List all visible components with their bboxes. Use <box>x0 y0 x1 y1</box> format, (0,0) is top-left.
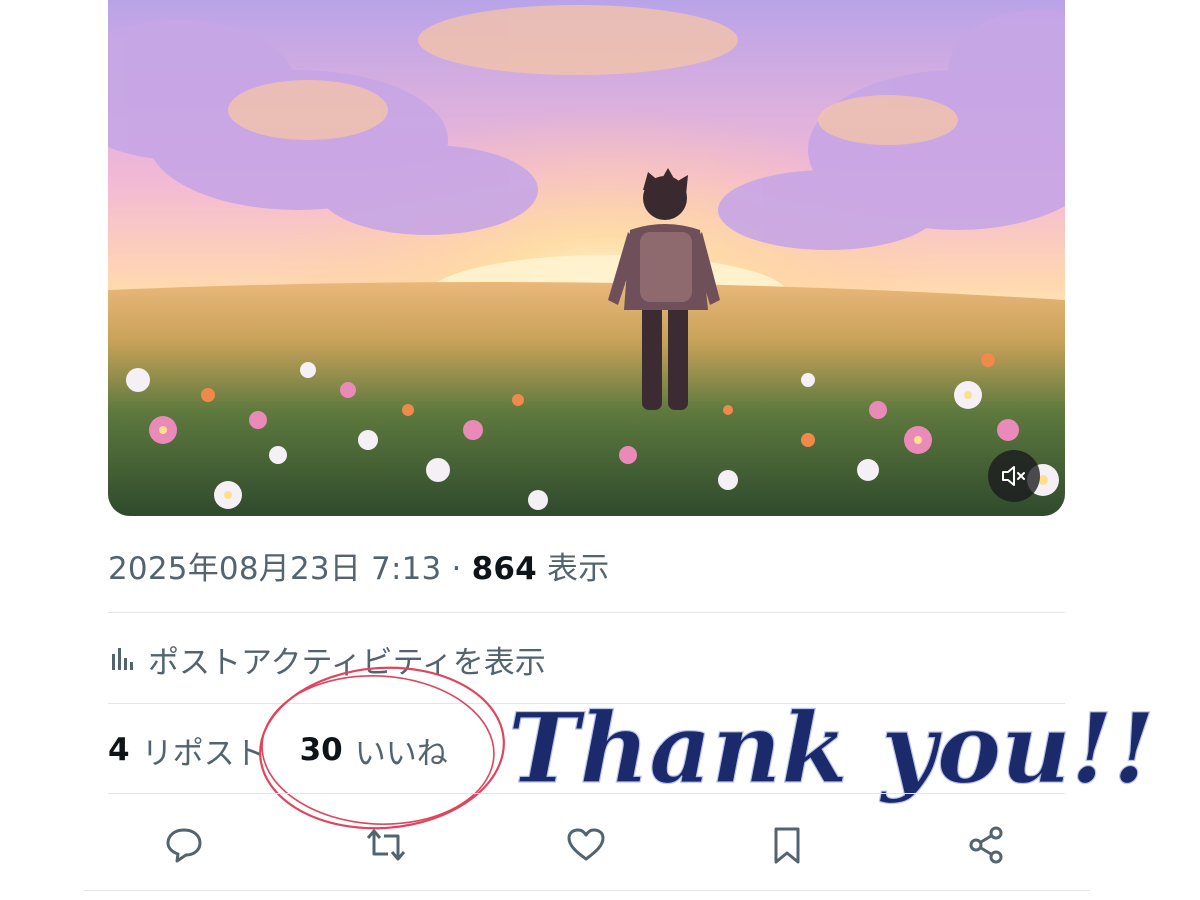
thank-you-text: Thank you!! <box>508 692 1155 805</box>
meta-separator: · <box>451 551 462 587</box>
bookmark-button[interactable] <box>764 822 810 868</box>
thank-you-overlay: Thank you!! <box>507 691 1155 805</box>
share-nodes-icon <box>969 826 1003 864</box>
view-post-activity-label: ポストアクティビティを表示 <box>148 644 546 681</box>
engagement-stats: 4 リポスト 30 いいね <box>108 724 448 776</box>
bar-chart-icon <box>112 648 133 670</box>
repost-stat[interactable]: 4 リポスト <box>108 728 266 773</box>
reply-button[interactable] <box>161 822 207 868</box>
speaker-muted-icon <box>1002 466 1025 486</box>
like-label: いいね <box>354 735 448 772</box>
post-media-video[interactable] <box>108 0 1065 516</box>
divider <box>108 703 1065 704</box>
divider <box>108 793 1065 794</box>
sunset-flower-field-illustration <box>108 0 1065 516</box>
share-button[interactable] <box>964 822 1010 868</box>
repost-label: リポスト <box>141 735 266 772</box>
heart-icon <box>567 828 605 861</box>
repost-arrows-icon <box>366 829 406 861</box>
speech-bubble-icon <box>166 828 202 863</box>
divider <box>108 612 1065 613</box>
post-timestamp[interactable]: 2025年08月23日 7:13 <box>108 551 441 587</box>
repost-button[interactable] <box>363 822 409 868</box>
like-button[interactable] <box>563 822 609 868</box>
post-meta: 2025年08月23日 7:13 · 864 表示 <box>108 543 609 588</box>
repost-count: 4 <box>108 732 130 768</box>
view-post-activity-link[interactable]: ポストアクティビティを表示 <box>108 634 546 684</box>
views-label: 表示 <box>547 551 610 587</box>
mute-toggle-button[interactable] <box>988 450 1040 502</box>
like-count: 30 <box>299 732 343 768</box>
divider <box>84 890 1090 891</box>
like-stat[interactable]: 30 いいね <box>300 728 448 773</box>
bookmark-icon <box>774 827 800 864</box>
views-count: 864 <box>471 551 537 587</box>
